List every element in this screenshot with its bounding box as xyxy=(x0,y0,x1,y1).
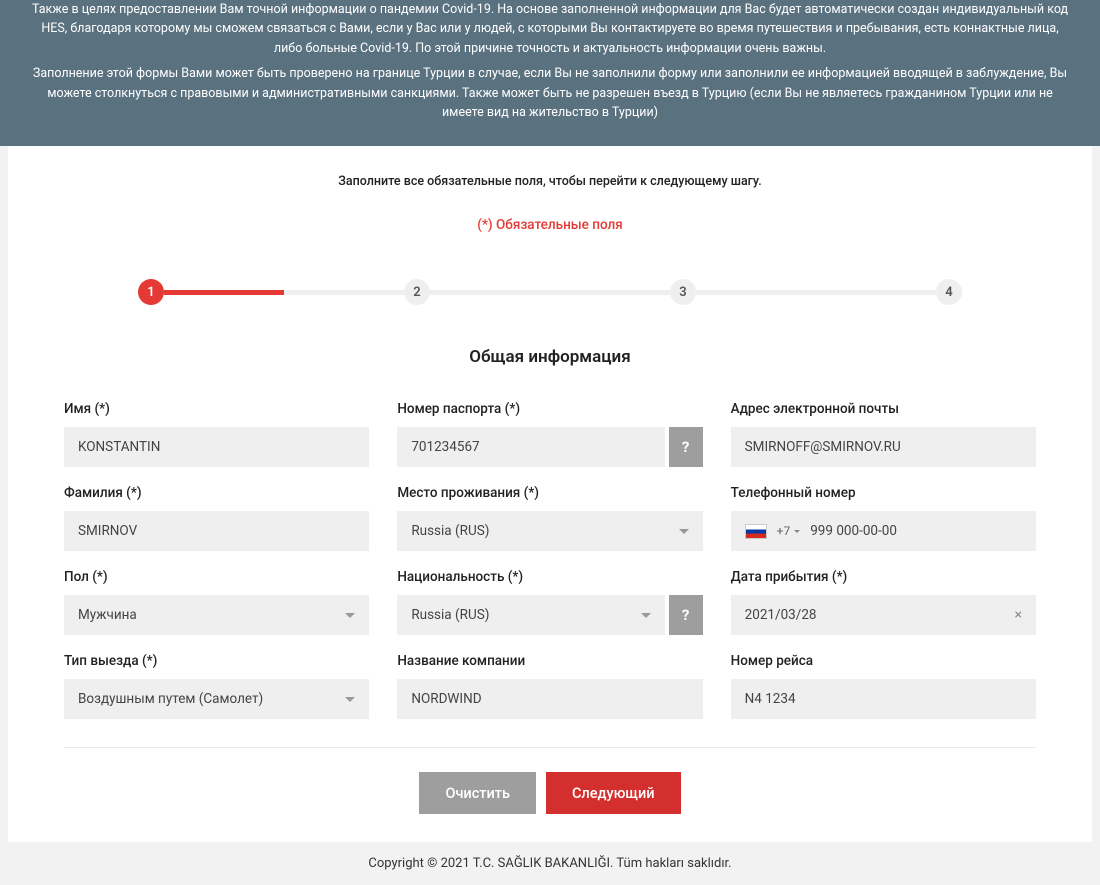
surname-label: Фамилия (*) xyxy=(64,485,369,501)
company-group: Название компании xyxy=(397,653,702,719)
email-input[interactable] xyxy=(731,427,1036,467)
step-connector xyxy=(696,290,936,295)
flight-input[interactable] xyxy=(731,679,1036,719)
email-group: Адрес электронной почты xyxy=(731,401,1036,467)
chevron-down-icon xyxy=(641,613,651,618)
residence-group: Место проживания (*) Russia (RUS) xyxy=(397,485,702,551)
phone-group: Телефонный номер +7 xyxy=(731,485,1036,551)
company-label: Название компании xyxy=(397,653,702,669)
nationality-label: Национальность (*) xyxy=(397,569,702,585)
form-card: Заполните все обязательные поля, чтобы п… xyxy=(8,146,1092,842)
arrival-group: Дата прибытия (*) 2021/03/28 × xyxy=(731,569,1036,635)
clear-date-icon[interactable]: × xyxy=(1015,607,1022,623)
nationality-select[interactable]: Russia (RUS) xyxy=(397,595,664,635)
info-banner: Также в целях предоставлении Вам точной … xyxy=(0,0,1100,146)
passport-help-icon[interactable]: ? xyxy=(669,427,703,467)
progress-stepper: 1 2 3 4 xyxy=(138,279,962,305)
next-button[interactable]: Следующий xyxy=(546,772,681,814)
russia-flag-icon xyxy=(745,524,767,539)
sex-select[interactable]: Мужчина xyxy=(64,595,369,635)
flight-group: Номер рейса xyxy=(731,653,1036,719)
step-2[interactable]: 2 xyxy=(404,279,430,305)
surname-group: Фамилия (*) xyxy=(64,485,369,551)
step-connector xyxy=(164,290,404,295)
nationality-group: Национальность (*) Russia (RUS) ? xyxy=(397,569,702,635)
name-group: Имя (*) xyxy=(64,401,369,467)
form-grid: Имя (*) Номер паспорта (*) ? Адрес элект… xyxy=(8,367,1092,719)
name-input[interactable] xyxy=(64,427,369,467)
nationality-help-icon[interactable]: ? xyxy=(669,595,703,635)
step-connector xyxy=(430,290,670,295)
step-1[interactable]: 1 xyxy=(138,279,164,305)
passport-group: Номер паспорта (*) ? xyxy=(397,401,702,467)
exit-type-value: Воздушным путем (Самолет) xyxy=(78,691,263,707)
chevron-down-icon xyxy=(345,613,355,618)
exit-type-label: Тип выезда (*) xyxy=(64,653,369,669)
required-fields-note: (*) Обязательные поля xyxy=(8,217,1092,233)
residence-value: Russia (RUS) xyxy=(411,523,489,539)
exit-type-group: Тип выезда (*) Воздушным путем (Самолет) xyxy=(64,653,369,719)
copyright-footer: Copyright © 2021 T.C. SAĞLIK BAKANLIĞI. … xyxy=(0,842,1100,885)
passport-input[interactable] xyxy=(397,427,664,467)
chevron-down-icon xyxy=(679,529,689,534)
step-3[interactable]: 3 xyxy=(670,279,696,305)
step-4[interactable]: 4 xyxy=(936,279,962,305)
sex-value: Мужчина xyxy=(78,607,137,623)
chevron-down-icon xyxy=(794,530,800,533)
arrival-value: 2021/03/28 xyxy=(745,607,817,623)
surname-input[interactable] xyxy=(64,511,369,551)
section-title: Общая информация xyxy=(8,347,1092,367)
chevron-down-icon xyxy=(345,697,355,702)
nationality-value: Russia (RUS) xyxy=(411,607,489,623)
phone-input-wrap: +7 xyxy=(731,511,1036,551)
residence-label: Место проживания (*) xyxy=(397,485,702,501)
exit-type-select[interactable]: Воздушным путем (Самолет) xyxy=(64,679,369,719)
arrival-label: Дата прибытия (*) xyxy=(731,569,1036,585)
banner-paragraph-1: Также в целях предоставлении Вам точной … xyxy=(30,0,1070,58)
clear-button[interactable]: Очистить xyxy=(419,772,536,814)
phone-country-code[interactable]: +7 xyxy=(777,524,801,538)
passport-label: Номер паспорта (*) xyxy=(397,401,702,417)
company-input[interactable] xyxy=(397,679,702,719)
name-label: Имя (*) xyxy=(64,401,369,417)
residence-select[interactable]: Russia (RUS) xyxy=(397,511,702,551)
flight-label: Номер рейса xyxy=(731,653,1036,669)
phone-label: Телефонный номер xyxy=(731,485,1036,501)
sex-label: Пол (*) xyxy=(64,569,369,585)
arrival-date-input[interactable]: 2021/03/28 × xyxy=(731,595,1036,635)
instruction-text: Заполните все обязательные поля, чтобы п… xyxy=(8,146,1092,189)
phone-number-input[interactable] xyxy=(810,523,1022,539)
sex-group: Пол (*) Мужчина xyxy=(64,569,369,635)
banner-paragraph-2: Заполнение этой формы Вами может быть пр… xyxy=(30,64,1070,122)
email-label: Адрес электронной почты xyxy=(731,401,1036,417)
button-row: Очистить Следующий xyxy=(8,748,1092,842)
